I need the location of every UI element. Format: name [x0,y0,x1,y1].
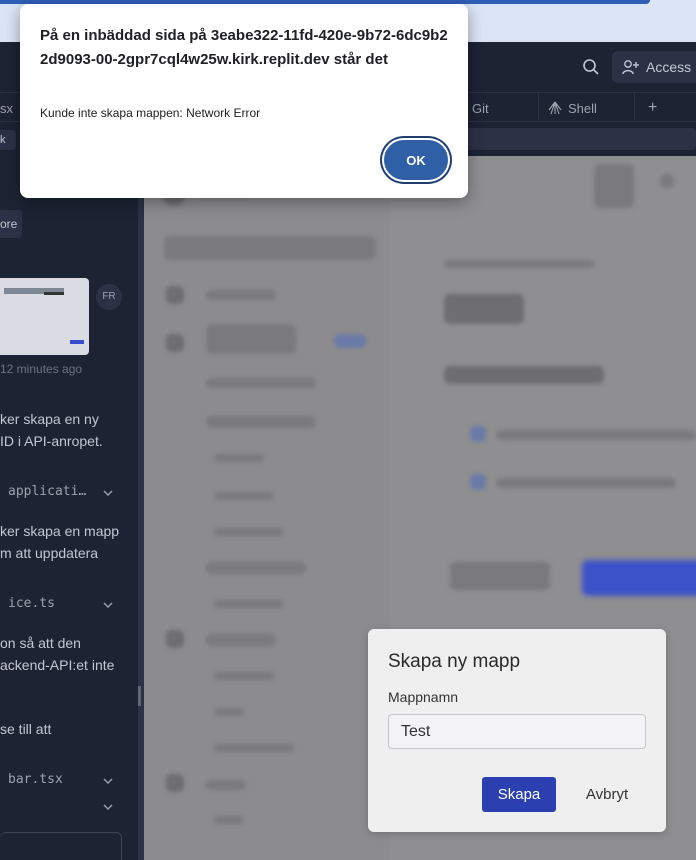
file-change-item[interactable]: bar.tsx [8,772,63,787]
chevron-down-icon[interactable] [102,599,114,611]
access-button[interactable]: Access [612,51,696,83]
sidebar-item [206,290,276,300]
shell-icon [548,101,562,115]
section-title [444,366,604,384]
file-icon [470,474,486,490]
resize-grip[interactable] [138,686,141,706]
thumbnail-button [70,340,84,344]
alert-title: På en inbäddad sida på 3eabe322-11fd-420… [40,27,448,68]
avatar: FR [96,284,122,310]
sidebar-subitem [214,816,244,824]
sidebar-subitem [214,744,294,752]
sidebar-subitem [214,708,244,716]
chat-message-line: se till att [0,721,52,737]
address-chip[interactable]: k [0,130,16,150]
sidebar-subitem [214,454,264,462]
chat-message-line: ID i API-anropet. [0,433,103,449]
sidebar-item [206,634,276,646]
chat-message-line: m att uppdatera [0,545,99,561]
chevron-down-icon[interactable] [102,487,114,499]
sidebar-item [206,780,246,790]
show-more-button[interactable]: ore [0,210,22,238]
tab-git[interactable]: Git [472,93,489,123]
sidebar-item [206,416,316,428]
sidebar-badge [334,334,366,348]
primary-button [582,560,696,596]
access-label: Access [646,59,692,75]
sidebar-item [206,562,306,574]
tab-divider [634,93,635,123]
new-tab-button[interactable]: + [648,93,657,123]
secondary-button [450,562,550,590]
agent-chat-panel: ore FR 12 minutes ago ker skapa en ny ID… [0,156,138,860]
sidebar-item-icon [166,630,184,648]
create-folder-dialog: Skapa ny mapp Mappnamn Skapa Avbryt [368,629,666,832]
page-title [444,294,524,324]
sidebar-item-icon [166,774,184,792]
folder-name-input[interactable] [388,714,646,749]
sidebar-subitem [214,600,284,608]
header-widget [594,164,634,208]
file-change-item[interactable]: applicati… [8,484,86,499]
chat-message-line: ackend-API:et inte [0,657,115,673]
file-icon [470,426,486,442]
browser-alert-dialog: På en inbäddad sida på 3eabe322-11fd-420… [20,4,468,198]
header-icon [660,174,674,188]
tab-divider [538,93,539,123]
screenshot-thumbnail[interactable] [0,278,89,355]
plus-icon: + [648,99,658,116]
sidebar-subitem [214,492,274,500]
chat-message-line: ker skapa en ny [0,411,99,427]
chevron-down-icon[interactable] [102,775,114,787]
breadcrumb [444,260,594,268]
cancel-button[interactable]: Avbryt [574,777,640,812]
sidebar-search [164,236,376,260]
create-button[interactable]: Skapa [482,777,556,812]
tab-label: Shell [568,100,597,116]
chevron-down-icon[interactable] [102,801,114,813]
sidebar-item [206,378,316,388]
dialog-title: Skapa ny mapp [388,651,521,672]
alert-message: Kunde inte skapa mappen: Network Error [40,106,261,120]
tab-shell[interactable]: Shell [548,93,597,123]
tab-file[interactable]: sx [0,93,13,123]
ok-button[interactable]: OK [384,140,448,180]
sidebar-subitem [214,528,284,536]
chat-message-line: ker skapa en mapp [0,523,120,539]
search-icon[interactable] [582,58,600,76]
tab-label: Git [472,100,489,116]
add-user-icon [622,60,639,75]
folder-name-label: Mappnamn [388,689,459,705]
message-timestamp: 12 minutes ago [0,362,83,376]
chat-message-line: on så att den [0,635,81,651]
app-sidebar [144,156,390,860]
thumbnail-title [44,292,64,295]
sidebar-item-icon [166,286,184,304]
file-row [496,430,696,440]
sidebar-item [206,324,296,354]
file-row [496,478,676,488]
sidebar-item-icon [166,334,184,352]
file-change-item[interactable]: ice.ts [8,596,55,611]
sidebar-subitem [214,672,274,680]
tab-label: sx [0,100,13,116]
chat-input[interactable] [0,832,122,860]
